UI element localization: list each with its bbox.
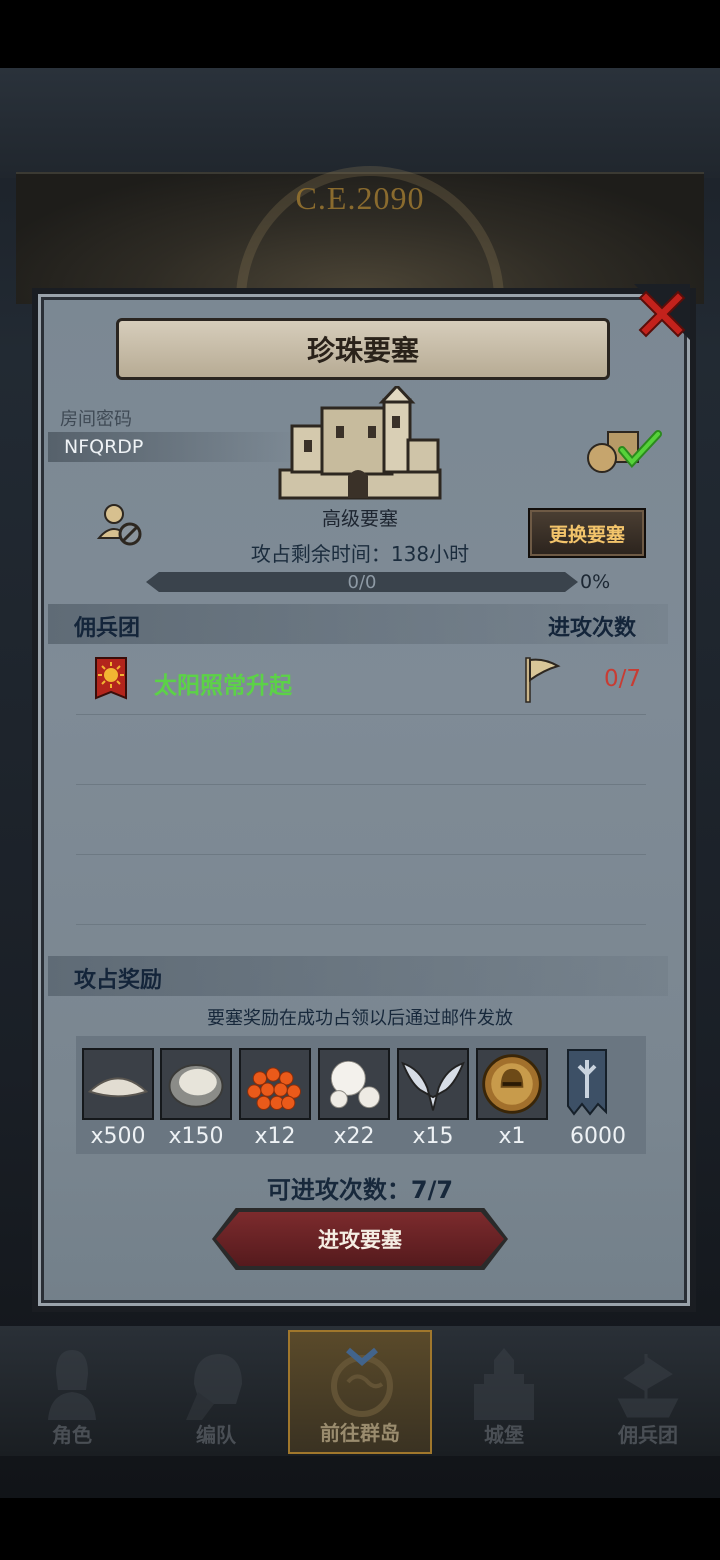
nav-item-castle[interactable]: 城堡 bbox=[432, 1330, 576, 1454]
progress-text: 0/0 bbox=[347, 572, 377, 593]
reward-item[interactable] bbox=[476, 1048, 548, 1120]
reward-item[interactable] bbox=[160, 1048, 232, 1120]
change-fortress-button[interactable]: 更换要塞 bbox=[528, 508, 646, 558]
status-bar bbox=[0, 0, 720, 68]
flag-icon bbox=[525, 657, 561, 703]
close-icon[interactable] bbox=[634, 284, 690, 340]
knight-icon bbox=[48, 1350, 96, 1420]
nav-label: 佣兵团 bbox=[618, 1423, 678, 1447]
rewards-section-title: 攻占奖励 bbox=[74, 968, 163, 993]
reward-count: x500 bbox=[90, 1124, 146, 1149]
nav-item-character[interactable]: 角色 bbox=[0, 1330, 144, 1454]
room-code[interactable]: NFQRDP bbox=[64, 436, 143, 458]
reward-count: x150 bbox=[168, 1124, 224, 1149]
attack-fortress-button[interactable]: 进攻要塞 bbox=[216, 1212, 504, 1266]
dialog-title: 珍珠要塞 bbox=[116, 318, 610, 380]
nav-label: 前往群岛 bbox=[320, 1421, 400, 1445]
empty-row bbox=[76, 856, 646, 925]
nav-item-guild[interactable]: 佣兵团 bbox=[576, 1330, 720, 1454]
castle-icon bbox=[278, 386, 442, 500]
reward-count: x1 bbox=[498, 1124, 526, 1149]
reward-count: x15 bbox=[412, 1124, 454, 1149]
nav-label: 编队 bbox=[196, 1423, 236, 1447]
nav-item-formation[interactable]: 编队 bbox=[144, 1330, 288, 1454]
bat-wing-emblem-icon bbox=[401, 1061, 465, 1111]
sun-banner-icon bbox=[95, 657, 127, 700]
empty-row bbox=[76, 716, 646, 785]
salt-pile-icon bbox=[87, 1077, 149, 1098]
cancel-member-icon[interactable] bbox=[96, 500, 144, 548]
guild-section-title: 佣兵团 bbox=[74, 616, 141, 641]
reward-item[interactable] bbox=[562, 1048, 612, 1120]
reward-count: x22 bbox=[333, 1124, 375, 1149]
empty-row bbox=[76, 786, 646, 855]
available-attacks: 可进攻次数：7/7 bbox=[266, 1176, 454, 1204]
fish-roe-icon bbox=[247, 1067, 301, 1110]
room-code-label: 房间密码 bbox=[60, 409, 132, 430]
reward-item[interactable] bbox=[239, 1048, 311, 1120]
guild-name: 太阳照常升起 bbox=[154, 673, 292, 699]
helmet-shield-icon bbox=[186, 1354, 242, 1420]
progress-percent: 0% bbox=[580, 571, 611, 593]
oyster-icon bbox=[168, 1064, 224, 1108]
reward-item[interactable] bbox=[397, 1048, 469, 1120]
rewards-note: 要塞奖励在成功占领以后通过邮件发放 bbox=[207, 1008, 513, 1029]
knight-helmet-coin-icon bbox=[482, 1054, 542, 1114]
attack-count-header: 进攻次数 bbox=[548, 616, 637, 641]
reward-item[interactable] bbox=[82, 1048, 154, 1120]
nav-item-islands[interactable]: 前往群岛 bbox=[288, 1330, 432, 1454]
reward-item[interactable] bbox=[318, 1048, 390, 1120]
mercenary-ship-icon bbox=[617, 1354, 679, 1418]
reward-count: x12 bbox=[254, 1124, 296, 1149]
guild-attack-count: 0/7 bbox=[604, 666, 642, 692]
reward-count: 6000 bbox=[570, 1124, 626, 1149]
supply-check-icon bbox=[587, 430, 662, 473]
nav-label: 角色 bbox=[52, 1423, 92, 1447]
nav-label: 城堡 bbox=[484, 1423, 524, 1447]
guild-banner-icon bbox=[567, 1049, 607, 1116]
castle-nav-icon bbox=[474, 1348, 534, 1420]
header-band bbox=[0, 68, 720, 178]
era-label: C.E.2090 bbox=[295, 180, 425, 216]
pearl-icon bbox=[329, 1060, 380, 1109]
globe-compass-icon bbox=[331, 1347, 393, 1417]
